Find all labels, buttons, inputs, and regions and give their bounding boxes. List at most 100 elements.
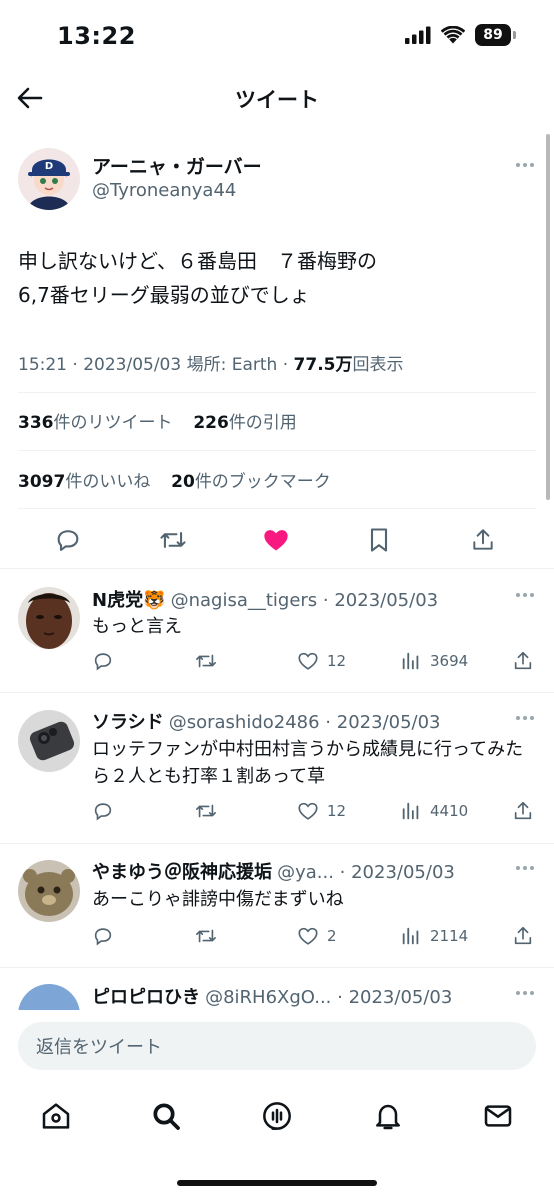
scrollbar[interactable] (546, 134, 550, 500)
divider (0, 967, 554, 968)
author-avatar[interactable]: D (18, 148, 80, 210)
reply-avatar[interactable] (18, 860, 80, 922)
retweet-icon (196, 804, 216, 818)
reply-more-button[interactable] (516, 593, 534, 597)
reply-views-button[interactable]: 2114 (400, 925, 468, 947)
reply-more-button[interactable] (516, 866, 534, 870)
reply-text: あーこりゃ誹謗中傷だまずいね (92, 889, 344, 910)
bookmark-stat[interactable]: 20件のブックマーク (171, 472, 331, 492)
reply-share-button[interactable] (512, 925, 534, 947)
tab-notifications[interactable] (372, 1100, 404, 1132)
reply-author-handle[interactable]: @8iRH6XgO... · 2023/05/03 (205, 987, 452, 1008)
reply-icon (94, 803, 112, 821)
tab-spaces[interactable] (261, 1100, 293, 1132)
share-icon (514, 651, 532, 670)
heart-icon (298, 927, 318, 945)
reply-author-name[interactable]: ピロピロひき (92, 987, 200, 1008)
more-options-button[interactable] (516, 163, 534, 167)
like-bookmark-stats: 3097件のいいね 20件のブックマーク (18, 467, 331, 492)
reply-views-button[interactable]: 4410 (400, 800, 468, 822)
reply-retweet-button[interactable] (194, 925, 218, 947)
reply-author-name[interactable]: ソラシド (92, 712, 164, 733)
author-handle[interactable]: @Tyroneanya44 (92, 180, 236, 201)
share-icon (473, 529, 493, 550)
views-icon (402, 927, 419, 945)
reply-header: やまゆう＠阪神応援垢 @ya... · 2023/05/03 (92, 858, 512, 884)
wifi-icon (441, 26, 465, 44)
reply-avatar[interactable] (18, 710, 80, 772)
tab-messages[interactable] (482, 1100, 514, 1132)
share-button[interactable] (470, 526, 496, 554)
reply-text: ロッテファンが中村田村言うから成績見に行ってみたら２人とも打率１割あって草 (92, 739, 524, 787)
reply-author-handle[interactable]: @ya... · 2023/05/03 (277, 862, 455, 883)
divider (0, 568, 554, 569)
home-indicator[interactable] (177, 1180, 377, 1186)
reply-author-handle[interactable]: @sorashido2486 · 2023/05/03 (169, 712, 441, 733)
reply-action-bar: 12 3694 (92, 650, 536, 674)
reply-like-count: 12 (327, 802, 347, 820)
battery-indicator: 89 (475, 24, 511, 46)
reply-share-button[interactable] (512, 650, 534, 672)
search-icon (153, 1103, 180, 1130)
reply-view-count: 4410 (430, 802, 469, 820)
messages-icon (484, 1105, 512, 1127)
tab-bar (0, 1090, 554, 1146)
reply-reply-button[interactable] (92, 925, 114, 947)
reply-reply-button[interactable] (92, 800, 114, 822)
reply-button[interactable] (54, 526, 82, 554)
view-count-label: 回表示 (352, 355, 404, 375)
reply-like-button[interactable]: 12 (297, 650, 346, 672)
back-button[interactable] (14, 84, 46, 112)
reply-text: もっと言え (92, 616, 182, 637)
tab-search[interactable] (150, 1100, 182, 1132)
share-icon (514, 801, 532, 820)
reply-icon (94, 653, 112, 671)
reply-header: ソラシド @sorashido2486 · 2023/05/03 (92, 708, 512, 734)
like-button[interactable] (262, 526, 290, 554)
share-icon (514, 926, 532, 945)
status-time: 13:22 (57, 22, 136, 50)
reply-avatar[interactable] (18, 587, 80, 649)
reply-views-button[interactable]: 3694 (400, 650, 468, 672)
quote-stat[interactable]: 226件の引用 (193, 413, 297, 433)
retweet-button[interactable] (158, 526, 188, 554)
reply-like-count: 12 (327, 652, 347, 670)
retweet-icon (160, 532, 186, 548)
page-title: ツイート (235, 88, 319, 112)
view-count: 77.5万 (293, 355, 353, 375)
reply-reply-button[interactable] (92, 650, 114, 672)
divider (18, 508, 536, 509)
reply-retweet-button[interactable] (194, 800, 218, 822)
reply-action-bar: 12 4410 (92, 800, 536, 824)
reply-author-name[interactable]: N虎党🐯 (92, 590, 165, 611)
views-icon (402, 802, 419, 820)
author-name[interactable]: アーニャ・ガーバー (92, 152, 262, 179)
tweet-action-bar (0, 522, 554, 558)
divider (18, 450, 536, 451)
bookmark-button[interactable] (366, 526, 392, 554)
reply-more-button[interactable] (516, 716, 534, 720)
like-stat[interactable]: 3097件のいいね (18, 472, 150, 492)
reply-share-button[interactable] (512, 800, 534, 822)
retweet-stat[interactable]: 336件のリツイート (18, 413, 173, 433)
heart-icon (298, 802, 318, 820)
reply-author-name[interactable]: やまゆう＠阪神応援垢 (92, 862, 272, 883)
status-icons: 89 (405, 24, 516, 46)
reply-more-button[interactable] (516, 991, 534, 995)
reply-icon (94, 928, 112, 946)
retweet-quote-stats: 336件のリツイート 226件の引用 (18, 408, 297, 433)
reply-view-count: 3694 (430, 652, 469, 670)
reply-input[interactable]: 返信をツイート (18, 1022, 536, 1070)
heart-filled-icon (264, 530, 288, 551)
reply-like-count: 2 (327, 927, 337, 945)
divider (18, 392, 536, 393)
tab-home[interactable] (40, 1100, 72, 1132)
reply-like-button[interactable]: 12 (297, 800, 346, 822)
reply-header: ピロピロひき @8iRH6XgO... · 2023/05/03 (92, 983, 512, 1009)
spaces-icon (263, 1102, 291, 1130)
divider (0, 843, 554, 844)
reply-action-bar: 2 2114 (92, 925, 536, 949)
reply-like-button[interactable]: 2 (297, 925, 337, 947)
reply-author-handle[interactable]: @nagisa__tigers · 2023/05/03 (171, 590, 439, 611)
reply-retweet-button[interactable] (194, 650, 218, 672)
